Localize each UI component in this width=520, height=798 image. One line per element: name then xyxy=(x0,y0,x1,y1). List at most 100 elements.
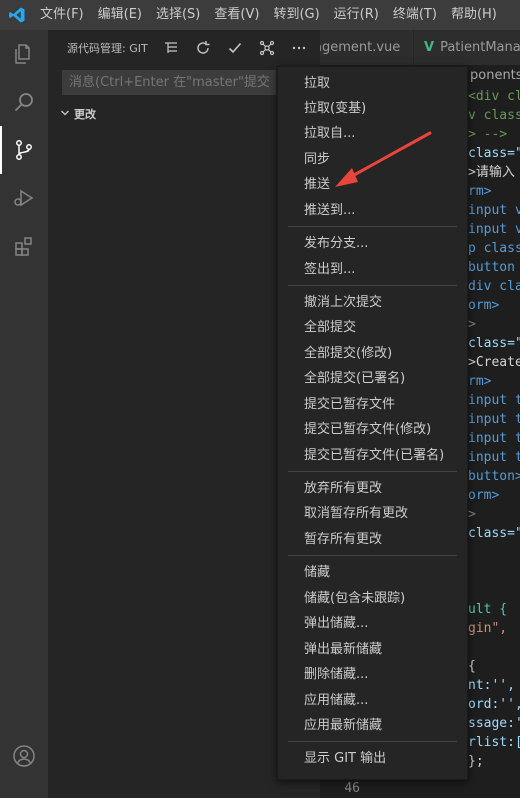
menu-item-commit-staged-signed-off[interactable]: 提交已暂存文件(已署名) xyxy=(278,443,467,468)
code-line: rm> xyxy=(468,374,492,389)
vscode-logo-icon xyxy=(0,0,34,30)
run-debug-icon[interactable] xyxy=(0,174,48,222)
menu-run[interactable]: 运行(R) xyxy=(327,0,386,30)
menu-item-commit-all-amend[interactable]: 全部提交(修改) xyxy=(278,341,467,366)
menu-separator xyxy=(288,226,457,227)
changes-label: 更改 xyxy=(74,108,96,121)
code-line: orm> xyxy=(468,298,500,313)
menu-terminal[interactable]: 终端(T) xyxy=(386,0,444,30)
tab-patient-management[interactable]: V PatientMana xyxy=(414,30,520,65)
source-control-icon[interactable] xyxy=(0,126,48,174)
code-line: input t xyxy=(468,450,520,465)
code-line: >Create xyxy=(468,355,520,370)
editor-tabs: agement.vue V PatientMana xyxy=(320,30,520,65)
code-line: button> xyxy=(468,469,520,484)
git-more-actions-menu: 拉取 拉取(变基) 拉取自... 同步 推送 推送到... 发布分支... 签出到... 撤消上… xyxy=(277,66,468,780)
view-as-tree-icon[interactable] xyxy=(155,30,187,65)
menu-item-publish-branch[interactable]: 发布分支... xyxy=(278,231,467,256)
explorer-icon[interactable] xyxy=(0,30,48,78)
code-line: nt:'', xyxy=(468,678,515,693)
panel-title: 源代码管理: GIT xyxy=(67,41,148,55)
menu-item-checkout-to[interactable]: 签出到... xyxy=(278,257,467,282)
code-line: > --> xyxy=(468,127,508,142)
code-line: ult { xyxy=(468,602,508,617)
commit-check-icon[interactable] xyxy=(219,30,251,65)
menu-go[interactable]: 转到(G) xyxy=(266,0,326,30)
menu-item-pop-stash[interactable]: 弹出储藏... xyxy=(278,611,467,636)
title-bar: 文件(F) 编辑(E) 选择(S) 查看(V) 转到(G) 运行(R) 终端(T… xyxy=(0,0,520,30)
code-line: input v xyxy=(468,203,520,218)
menu-separator xyxy=(288,285,457,286)
menu-item-drop-stash[interactable]: 删除储藏... xyxy=(278,662,467,687)
code-line: > xyxy=(468,507,476,522)
menu-item-push-to[interactable]: 推送到... xyxy=(278,198,467,223)
code-line: input t xyxy=(468,412,520,427)
code-line: orm> xyxy=(468,488,500,503)
vue-file-icon: V xyxy=(424,40,435,55)
menu-item-apply-latest-stash[interactable]: 应用最新储藏 xyxy=(278,713,467,738)
line-number: 46 xyxy=(344,781,360,796)
tab-label: agement.vue xyxy=(320,40,401,55)
chevron-down-icon xyxy=(60,108,74,121)
code-line: rlist:[ xyxy=(468,735,520,750)
search-icon[interactable] xyxy=(0,78,48,126)
menu-item-pop-latest-stash[interactable]: 弹出最新储藏 xyxy=(278,637,467,662)
git-graph-icon[interactable] xyxy=(251,30,283,65)
menu-item-sync[interactable]: 同步 xyxy=(278,147,467,172)
code-line: class=" xyxy=(468,336,520,351)
changes-section-header[interactable]: 更改 xyxy=(60,104,96,124)
code-line: v class xyxy=(468,108,520,123)
panel-actions xyxy=(155,30,315,65)
menu-item-stash-include-untracked[interactable]: 储藏(包含未跟踪) xyxy=(278,586,467,611)
menu-separator xyxy=(288,741,457,742)
tab-management-vue[interactable]: agement.vue xyxy=(320,30,413,65)
extensions-icon[interactable] xyxy=(0,222,48,270)
activity-bar xyxy=(0,30,48,798)
menu-separator xyxy=(288,471,457,472)
code-line: > xyxy=(468,317,476,332)
code-line: p class xyxy=(468,241,520,256)
menu-item-discard-all-changes[interactable]: 放弃所有更改 xyxy=(278,476,467,501)
menu-item-commit-staged[interactable]: 提交已暂存文件 xyxy=(278,392,467,417)
menu-item-commit-all-signed-off[interactable]: 全部提交(已署名) xyxy=(278,366,467,391)
tab-label: PatientMana xyxy=(440,40,520,55)
menu-selection[interactable]: 选择(S) xyxy=(149,0,207,30)
code-line: gin", xyxy=(468,621,508,636)
menu-item-apply-stash[interactable]: 应用储藏... xyxy=(278,688,467,713)
code-line: input v xyxy=(468,222,520,237)
menu-item-pull-rebase[interactable]: 拉取(变基) xyxy=(278,96,467,121)
code-line: >请输入 xyxy=(468,165,515,180)
accounts-icon[interactable] xyxy=(0,732,48,780)
code-line: ssage:' xyxy=(468,716,520,731)
code-line: ord:'', xyxy=(468,697,520,712)
menu-edit[interactable]: 编辑(E) xyxy=(91,0,149,30)
code-line: div cla xyxy=(468,279,520,294)
menu-item-commit-all[interactable]: 全部提交 xyxy=(278,315,467,340)
commit-message-input[interactable] xyxy=(62,70,276,95)
menu-item-unstage-all-changes[interactable]: 取消暂存所有更改 xyxy=(278,501,467,526)
menu-item-stash[interactable]: 储藏 xyxy=(278,560,467,585)
code-line: input t xyxy=(468,393,520,408)
more-actions-icon[interactable] xyxy=(283,30,315,65)
code-line: class=" xyxy=(468,146,520,161)
menu-item-undo-last-commit[interactable]: 撤消上次提交 xyxy=(278,290,467,315)
code-line: button xyxy=(468,260,515,275)
code-line: <div cl xyxy=(468,89,520,104)
menu-item-stage-all-changes[interactable]: 暂存所有更改 xyxy=(278,527,467,552)
menu-item-push[interactable]: 推送 xyxy=(278,172,467,197)
menu-separator xyxy=(288,555,457,556)
code-line: { xyxy=(468,659,476,674)
code-line: }; xyxy=(468,754,484,769)
menu-item-pull-from[interactable]: 拉取自... xyxy=(278,121,467,146)
menu-help[interactable]: 帮助(H) xyxy=(444,0,504,30)
refresh-icon[interactable] xyxy=(187,30,219,65)
code-line: rm> xyxy=(468,184,492,199)
breadcrumb-item[interactable]: ponents xyxy=(470,68,520,83)
code-line: input t xyxy=(468,431,520,446)
menu-item-show-git-output[interactable]: 显示 GIT 输出 xyxy=(278,746,467,771)
code-line: class=" xyxy=(468,526,520,541)
menu-item-pull[interactable]: 拉取 xyxy=(278,71,467,96)
menu-view[interactable]: 查看(V) xyxy=(207,0,266,30)
menu-file[interactable]: 文件(F) xyxy=(34,0,91,30)
menu-item-commit-staged-amend[interactable]: 提交已暂存文件(修改) xyxy=(278,417,467,442)
